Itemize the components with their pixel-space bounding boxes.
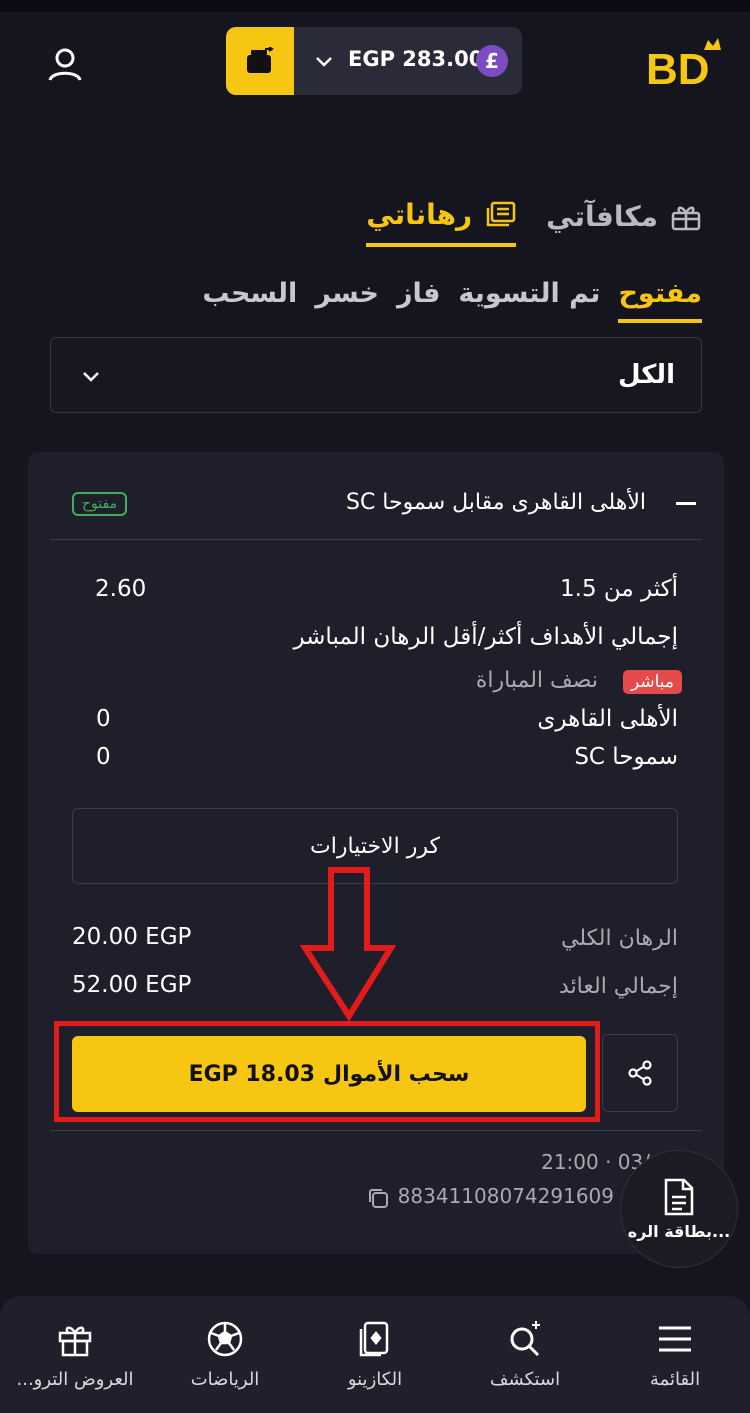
menu-icon: [659, 1326, 691, 1352]
bets-rewards-tabs: رهاناتي مكافآتي: [366, 198, 702, 247]
wallet-icon: [247, 47, 274, 73]
nav-promotions[interactable]: العروض الترو...: [0, 1296, 150, 1413]
collapse-icon[interactable]: [676, 502, 696, 505]
top-header: EGP 283.00 £ BD: [0, 12, 750, 112]
bet-filter-select[interactable]: الكل: [50, 337, 702, 413]
nav-promotions-label: العروض الترو...: [16, 1369, 134, 1390]
annotation-arrow: [300, 867, 396, 1022]
brand-logo[interactable]: BD: [646, 36, 724, 92]
tab-open[interactable]: مفتوح: [618, 278, 702, 323]
total-stake-value: 20.00 EGP: [72, 924, 192, 950]
nav-explore-label: استكشف: [489, 1369, 561, 1390]
cards-icon: [359, 1321, 389, 1357]
status-badge: مفتوح: [72, 492, 128, 516]
team2-name: سموحا SC: [574, 744, 678, 770]
divider: [50, 1130, 702, 1131]
share-icon: [628, 1060, 652, 1086]
nav-explore[interactable]: استكشف: [450, 1296, 600, 1413]
tab-lost[interactable]: خسر: [315, 278, 379, 323]
nav-casino[interactable]: الكازينو: [300, 1296, 450, 1413]
bet-slip-label: بطاقة الره...: [627, 1221, 731, 1241]
tab-my-rewards[interactable]: مكافآتي: [546, 198, 702, 247]
status-bar-strip: [0, 0, 750, 12]
nav-casino-label: الكازينو: [347, 1369, 403, 1390]
nav-sports-label: الرياضات: [190, 1369, 260, 1390]
tab-my-bets[interactable]: رهاناتي: [366, 198, 517, 247]
nav-menu-label: القائمة: [649, 1369, 701, 1390]
total-stake-label: الرهان الكلي: [561, 926, 678, 951]
tickets-icon: [486, 201, 516, 226]
tab-settled[interactable]: تم التسوية: [458, 278, 600, 323]
deposit-wallet-button[interactable]: [226, 27, 294, 95]
soccer-ball-icon: [207, 1321, 243, 1357]
total-return-label: إجمالي العائد: [559, 974, 678, 999]
chevron-down-icon[interactable]: [312, 49, 336, 73]
wallet-balance-widget[interactable]: EGP 283.00 £: [226, 27, 522, 95]
market-name: إجمالي الأهداف أكثر/أقل الرهان المباشر: [293, 624, 678, 650]
bet-slip-floating-button[interactable]: بطاقة الره...: [620, 1150, 738, 1268]
live-badge: مباشر: [622, 670, 682, 694]
selection-odds: 2.60: [95, 576, 147, 602]
tab-cashout[interactable]: السحب: [202, 278, 297, 323]
team1-score: 0: [96, 706, 111, 732]
tab-my-rewards-label: مكافآتي: [546, 200, 658, 233]
selection-name: أكثر من 1.5: [560, 576, 678, 602]
balance-amount: EGP 283.00: [348, 47, 484, 71]
bet-card: الأهلى القاهرى مقابل سموحا SC مفتوح أكثر…: [28, 452, 724, 1254]
nav-menu[interactable]: القائمة: [600, 1296, 750, 1413]
gift-icon: [58, 1326, 92, 1357]
team1-name: الأهلى القاهرى: [537, 706, 678, 732]
team2-score: 0: [96, 744, 111, 770]
currency-badge: £: [476, 45, 508, 77]
match-period: نصف المباراة: [475, 668, 598, 693]
tab-won[interactable]: فاز: [397, 278, 440, 323]
gift-box-icon: [671, 206, 701, 230]
nav-sports[interactable]: الرياضات: [150, 1296, 300, 1413]
annotation-highlight-box: [54, 1021, 600, 1122]
total-return-value: 52.00 EGP: [72, 972, 192, 998]
copy-icon[interactable]: [366, 1186, 390, 1210]
ticket-id: 88341108074291609: [397, 1184, 614, 1208]
user-icon: [48, 48, 82, 81]
bet-status-tabs: مفتوح تم التسوية فاز خسر السحب: [202, 278, 702, 323]
explore-search-icon: [510, 1321, 540, 1357]
tab-my-bets-label: رهاناتي: [366, 198, 473, 231]
document-icon: [664, 1178, 694, 1215]
svg-text:BD: BD: [646, 45, 710, 92]
filter-value: الكل: [617, 360, 675, 390]
match-title: الأهلى القاهرى مقابل سموحا SC: [345, 490, 646, 515]
user-profile-button[interactable]: [44, 44, 86, 86]
share-button[interactable]: [602, 1034, 678, 1112]
chevron-down-icon: [83, 372, 99, 382]
bottom-navigation: القائمة استكشف الكازينو الرياضات العروض …: [0, 1296, 750, 1413]
bet-match-header[interactable]: الأهلى القاهرى مقابل سموحا SC مفتوح: [50, 472, 702, 540]
